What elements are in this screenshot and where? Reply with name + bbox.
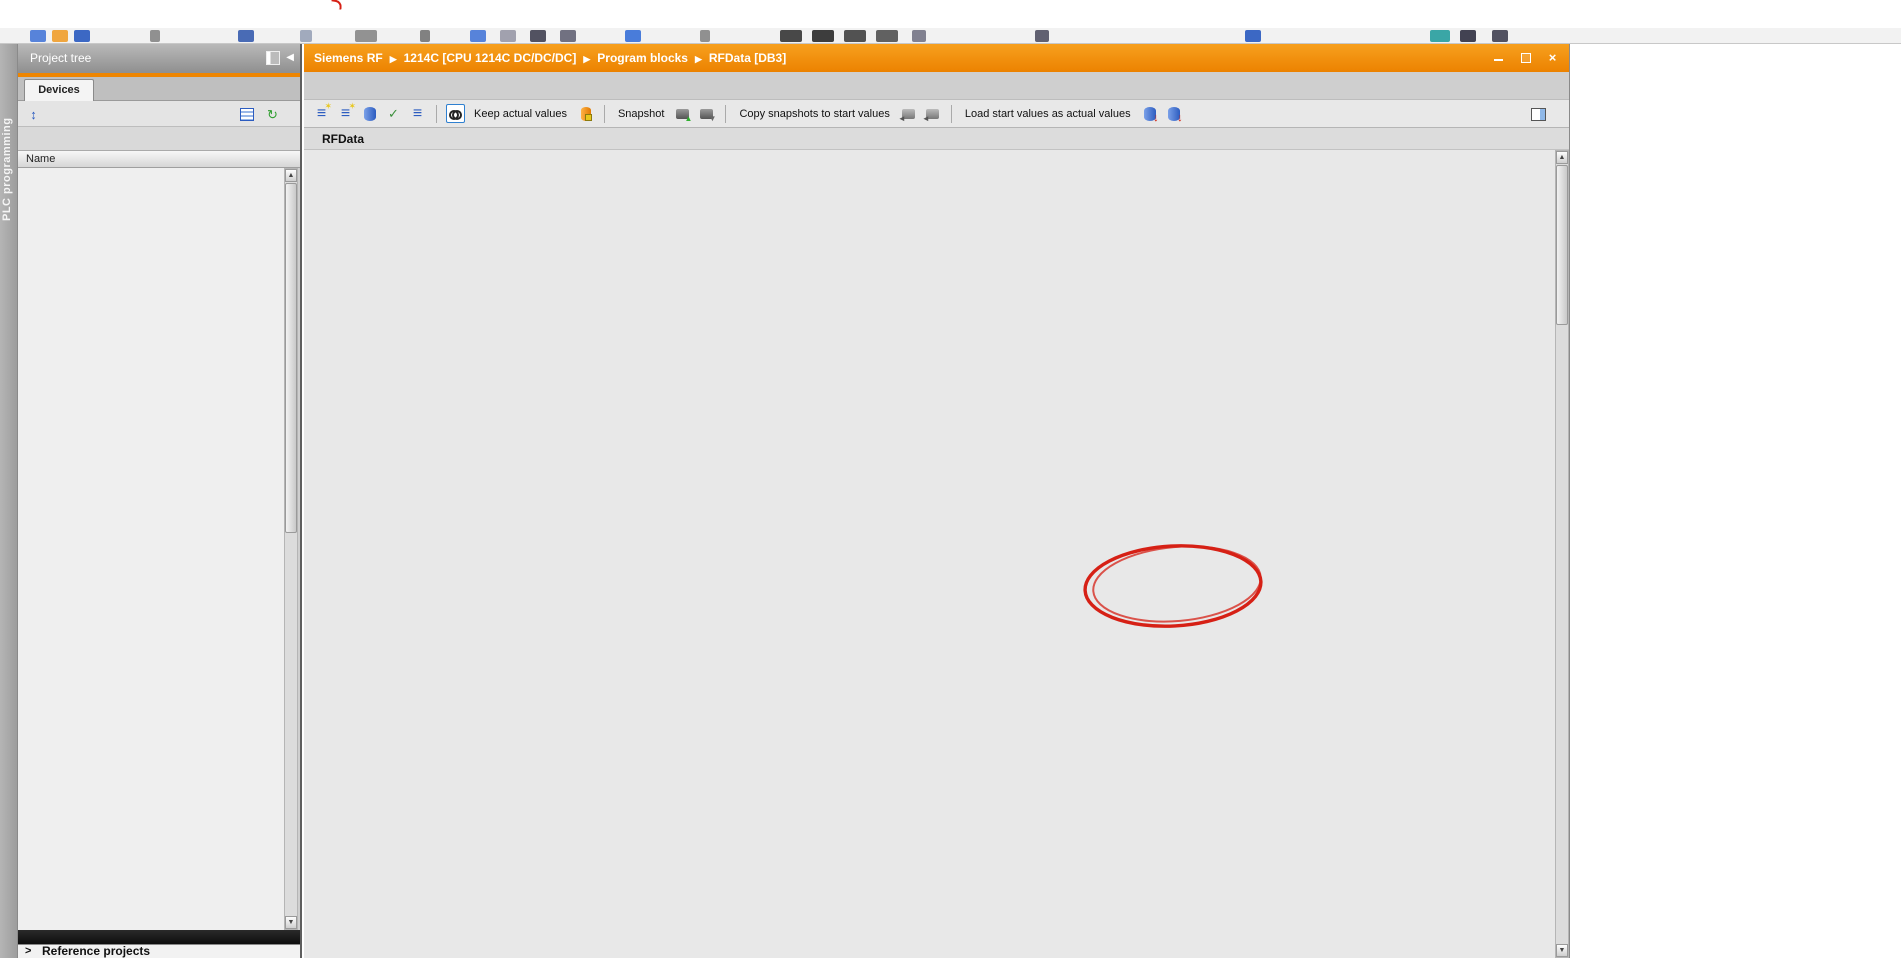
restore-icon[interactable] bbox=[1517, 50, 1534, 65]
toolbar-icon-stub[interactable] bbox=[52, 30, 68, 42]
compare-values-icon[interactable] bbox=[384, 104, 403, 123]
scroll-down-icon[interactable]: ▼ bbox=[1556, 944, 1568, 957]
scroll-up-icon[interactable]: ▲ bbox=[1556, 151, 1568, 164]
details-view-splitter[interactable] bbox=[18, 930, 300, 944]
top-application-toolbar bbox=[0, 28, 1901, 44]
refresh-icon[interactable] bbox=[263, 105, 282, 124]
toolbar-separator bbox=[951, 105, 952, 123]
snapshot-capture-icon[interactable] bbox=[673, 104, 692, 123]
reference-projects-bar[interactable]: > Reference projects bbox=[18, 944, 300, 958]
toolbar-icon-stub[interactable] bbox=[238, 30, 254, 42]
plc-programming-rail-label: PLC programming bbox=[1, 94, 17, 244]
breadcrumb: Siemens RF ▶ 1214C [CPU 1214C DC/DC/DC] ▶ Pr… bbox=[314, 51, 786, 65]
close-icon[interactable]: × bbox=[1544, 50, 1561, 65]
toolbar-icon-stub[interactable] bbox=[150, 30, 160, 42]
toolbar-icon-stub[interactable] bbox=[74, 30, 90, 42]
copy-snapshots-to-start-values-button[interactable]: Copy snapshots to start values bbox=[735, 108, 893, 120]
breadcrumb-item[interactable]: Siemens RF bbox=[314, 51, 383, 65]
project-tree-title: Project tree bbox=[30, 51, 91, 65]
toolbar-icon-stub[interactable] bbox=[625, 30, 641, 42]
toolbar-icon-stub[interactable] bbox=[1460, 30, 1476, 42]
db-editor-window: Siemens RF ▶ 1214C [CPU 1214C DC/DC/DC] ▶ Pr… bbox=[304, 44, 1570, 958]
insert-row-icon[interactable] bbox=[312, 104, 331, 123]
breadcrumb-item[interactable]: RFData [DB3] bbox=[709, 51, 786, 65]
breadcrumb-separator-icon: ▶ bbox=[390, 54, 397, 64]
toolbar-icon-stub[interactable] bbox=[844, 30, 866, 42]
load-start-values-as-actual-button[interactable]: Load start values as actual values bbox=[961, 108, 1135, 120]
project-tree-header: Project tree ◀ bbox=[18, 44, 300, 73]
minimize-icon[interactable] bbox=[1490, 50, 1507, 65]
task-card-rail: PLC programming bbox=[0, 44, 18, 958]
table-scrollbar[interactable]: ▲ ▼ bbox=[1555, 150, 1569, 958]
project-tree-panel: Project tree ◀ Devices Name ▲ ▼ > Refere… bbox=[18, 44, 302, 958]
red-pen-stray-mark bbox=[330, 0, 342, 10]
copy-snapshot-all-icon[interactable] bbox=[923, 104, 942, 123]
details-view-icon[interactable] bbox=[237, 105, 256, 124]
snapshot-load-icon[interactable] bbox=[697, 104, 716, 123]
toolbar-separator bbox=[436, 105, 437, 123]
keep-actual-values-button[interactable]: Keep actual values bbox=[470, 108, 571, 120]
toolbar-icon-stub[interactable] bbox=[1492, 30, 1508, 42]
tab-devices[interactable]: Devices bbox=[24, 79, 94, 101]
toolbar-icon-stub[interactable] bbox=[355, 30, 377, 42]
toolbar-icon-stub[interactable] bbox=[912, 30, 926, 42]
toolbar-icon-stub[interactable] bbox=[470, 30, 486, 42]
monitor-all-icon[interactable] bbox=[446, 104, 465, 123]
toolbar-icon-stub[interactable] bbox=[1035, 30, 1049, 42]
toolbar-icon-stub[interactable] bbox=[530, 30, 546, 42]
auto-collapse-icon[interactable] bbox=[266, 51, 280, 65]
toolbar-icon-stub[interactable] bbox=[30, 30, 46, 42]
project-tree-toolbar bbox=[18, 101, 300, 127]
breadcrumb-separator-icon: ▶ bbox=[583, 54, 590, 64]
toolbar-icon-stub[interactable] bbox=[700, 30, 710, 42]
snapshot-button[interactable]: Snapshot bbox=[614, 108, 668, 120]
panel-tab-strip: Devices bbox=[18, 77, 300, 101]
toolbar-separator bbox=[604, 105, 605, 123]
toolbar-icon-stub[interactable] bbox=[812, 30, 834, 42]
copy-snapshot-setpoints-icon[interactable] bbox=[899, 104, 918, 123]
scrollbar-thumb[interactable] bbox=[1556, 165, 1568, 325]
toolbar-icon-stub[interactable] bbox=[780, 30, 802, 42]
db-name-title: RFData bbox=[304, 128, 1569, 150]
scroll-up-icon[interactable]: ▲ bbox=[285, 169, 297, 182]
toolbar-icon-stub[interactable] bbox=[1430, 30, 1450, 42]
toolbar-icon-stub[interactable] bbox=[1245, 30, 1261, 42]
toolbar-icon-stub[interactable] bbox=[420, 30, 430, 42]
expand-member-rows-icon[interactable] bbox=[408, 104, 427, 123]
red-annotation-circle bbox=[1074, 534, 1274, 639]
sort-icon[interactable] bbox=[24, 105, 43, 124]
expand-icon[interactable]: > bbox=[25, 945, 31, 958]
collapse-panel-icon[interactable]: ◀ bbox=[286, 51, 294, 65]
breadcrumb-item[interactable]: 1214C [CPU 1214C DC/DC/DC] bbox=[404, 51, 577, 65]
toolbar-icon-stub[interactable] bbox=[300, 30, 312, 42]
editor-title-bar: Siemens RF ▶ 1214C [CPU 1214C DC/DC/DC] ▶ Pr… bbox=[304, 44, 1569, 72]
project-tree-list bbox=[18, 168, 286, 930]
scrollbar-thumb[interactable] bbox=[285, 183, 297, 533]
scroll-down-icon[interactable]: ▼ bbox=[285, 916, 297, 929]
keep-values-icon[interactable] bbox=[576, 104, 595, 123]
breadcrumb-item[interactable]: Program blocks bbox=[597, 51, 688, 65]
toolbar-separator bbox=[725, 105, 726, 123]
tree-column-header-name[interactable]: Name bbox=[18, 150, 300, 168]
add-row-icon[interactable] bbox=[336, 104, 355, 123]
toolbar-icon-stub[interactable] bbox=[500, 30, 516, 42]
project-tree-scrollbar[interactable]: ▲ ▼ bbox=[284, 168, 298, 930]
editor-layout-icon[interactable] bbox=[1528, 104, 1547, 123]
reset-start-values-icon[interactable] bbox=[360, 104, 379, 123]
toolbar-icon-stub[interactable] bbox=[876, 30, 898, 42]
load-start-1-icon[interactable] bbox=[1140, 104, 1159, 123]
toolbar-icon-stub[interactable] bbox=[560, 30, 576, 42]
load-start-2-icon[interactable] bbox=[1164, 104, 1183, 123]
breadcrumb-separator-icon: ▶ bbox=[695, 54, 702, 64]
db-editor-toolbar: Keep actual values Snapshot Copy snapshots… bbox=[304, 100, 1569, 128]
